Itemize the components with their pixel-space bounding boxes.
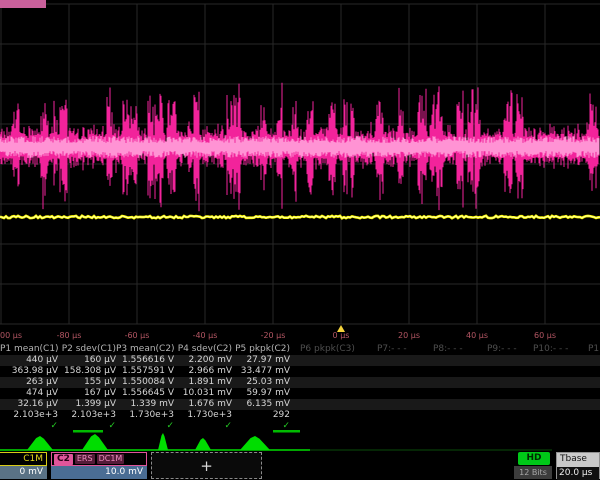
- measure-value: 440 µV: [0, 355, 60, 366]
- measure-column-header-inactive[interactable]: P10:- - -: [533, 344, 568, 355]
- measure-value: 59.97 mV: [232, 388, 292, 399]
- time-axis-tick-label: 20 µs: [398, 331, 420, 340]
- measure-value: 32.16 µV: [0, 399, 60, 410]
- c1-scale-value: 0 mV: [0, 466, 47, 479]
- time-axis-tick-label: 60 µs: [534, 331, 556, 340]
- measure-value: 158.308 µV: [58, 366, 118, 377]
- c1-coupling-label: C1M: [0, 452, 47, 466]
- time-axis-tick-label: -20 µs: [261, 331, 286, 340]
- measure-stat-row: 2.103e+32.103e+31.730e+31.730e+3292: [0, 410, 600, 421]
- c2-eres-flag: ERS: [75, 454, 95, 464]
- measure-value: 10.031 mV: [174, 388, 234, 399]
- measure-value: 2.103e+3: [0, 410, 60, 421]
- measure-column-header-inactive[interactable]: P6 pkpk(C3): [300, 344, 355, 355]
- measure-column-header[interactable]: P5 pkpk(C2): [232, 344, 292, 355]
- measure-column-header-inactive[interactable]: P8:- - -: [433, 344, 463, 355]
- time-axis-tick-label: -40 µs: [193, 331, 218, 340]
- measure-stat-row: 32.16 µV1.399 µV1.339 mV1.676 mV6.135 mV: [0, 399, 600, 410]
- time-axis-tick-label: -80 µs: [57, 331, 82, 340]
- measure-value: 1.399 µV: [58, 399, 118, 410]
- measure-column-header-inactive[interactable]: P1: [588, 344, 599, 355]
- time-axis-tick-label: 40 µs: [466, 331, 488, 340]
- histogram-trace: [0, 430, 600, 452]
- measure-value: 160 µV: [58, 355, 118, 366]
- measure-value: 474 µV: [0, 388, 60, 399]
- measure-column-header[interactable]: P1 mean(C1): [0, 344, 60, 355]
- time-axis-tick-label: 00 µs: [0, 331, 22, 340]
- measure-value: 1.556616 V: [116, 355, 176, 366]
- measure-value: 1.676 mV: [174, 399, 234, 410]
- measure-value: 155 µV: [58, 377, 118, 388]
- measure-value: 263 µV: [0, 377, 60, 388]
- hd-mode-badge[interactable]: HD: [518, 452, 550, 465]
- measure-value: 1.339 mV: [116, 399, 176, 410]
- measurement-table[interactable]: P1 mean(C1)P2 sdev(C1)P3 mean(C2)P4 sdev…: [0, 344, 600, 432]
- measure-value: 1.891 mV: [174, 377, 234, 388]
- measure-value: 6.135 mV: [232, 399, 292, 410]
- measure-value: 2.966 mV: [174, 366, 234, 377]
- measure-column-header-inactive[interactable]: P9:- - -: [487, 344, 517, 355]
- measure-stat-row: 363.98 µV158.308 µV1.557591 V2.966 mV33.…: [0, 366, 600, 377]
- measure-value: 27.97 mV: [232, 355, 292, 366]
- c2-scale-value: 10.0 mV: [51, 466, 147, 479]
- channel-descriptor-c1[interactable]: C1M 0 mV: [0, 452, 47, 479]
- measure-value: 2.200 mV: [174, 355, 234, 366]
- waveform-graticule: [0, 0, 600, 340]
- measure-column-header[interactable]: P3 mean(C2): [116, 344, 176, 355]
- c2-coupling-flag: DC1M: [97, 454, 125, 464]
- c1-flat-trace[interactable]: [0, 216, 600, 218]
- c2-channel-badge: C2: [54, 454, 73, 465]
- timebase-descriptor[interactable]: Tbase 20.0 µs: [556, 452, 600, 479]
- plus-icon: +: [200, 457, 213, 475]
- timebase-title: Tbase: [557, 453, 599, 467]
- timebase-value: 20.0 µs: [557, 467, 599, 480]
- measure-value: 363.98 µV: [0, 366, 60, 377]
- measure-value: 1.557591 V: [116, 366, 176, 377]
- measure-stat-row: 440 µV160 µV1.556616 V2.200 mV27.97 mV: [0, 355, 600, 366]
- hd-bits-label: 12 Bits: [514, 466, 552, 479]
- measure-stat-row: 474 µV167 µV1.556645 V10.031 mV59.97 mV: [0, 388, 600, 399]
- measure-value: 33.477 mV: [232, 366, 292, 377]
- measure-value: 25.03 mV: [232, 377, 292, 388]
- measure-value: 167 µV: [58, 388, 118, 399]
- measure-column-header[interactable]: P4 sdev(C2): [174, 344, 234, 355]
- measure-column-header[interactable]: P2 sdev(C1): [58, 344, 118, 355]
- measure-value: 292: [232, 410, 292, 421]
- measure-value: 2.103e+3: [58, 410, 118, 421]
- channel-descriptor-c2[interactable]: C2 ERS DC1M 10.0 mV: [51, 452, 147, 479]
- measure-stat-row: 263 µV155 µV1.550084 V1.891 mV25.03 mV: [0, 377, 600, 388]
- cropped-pink-badge: [0, 0, 46, 8]
- measure-value: 1.550084 V: [116, 377, 176, 388]
- measure-value: 1.730e+3: [174, 410, 234, 421]
- time-axis-tick-label: 0 µs: [333, 331, 350, 340]
- measure-value: 1.730e+3: [116, 410, 176, 421]
- c2-noise-trace[interactable]: [0, 83, 599, 212]
- measure-column-header-inactive[interactable]: P7:- - -: [377, 344, 407, 355]
- oscilloscope-screen: 00 µs -80 µs -60 µs -40 µs -20 µs 0 µs 20 µs 40…: [0, 0, 600, 480]
- time-axis-tick-label: -60 µs: [125, 331, 150, 340]
- measure-value: 1.556645 V: [116, 388, 176, 399]
- add-trace-button[interactable]: +: [151, 452, 262, 479]
